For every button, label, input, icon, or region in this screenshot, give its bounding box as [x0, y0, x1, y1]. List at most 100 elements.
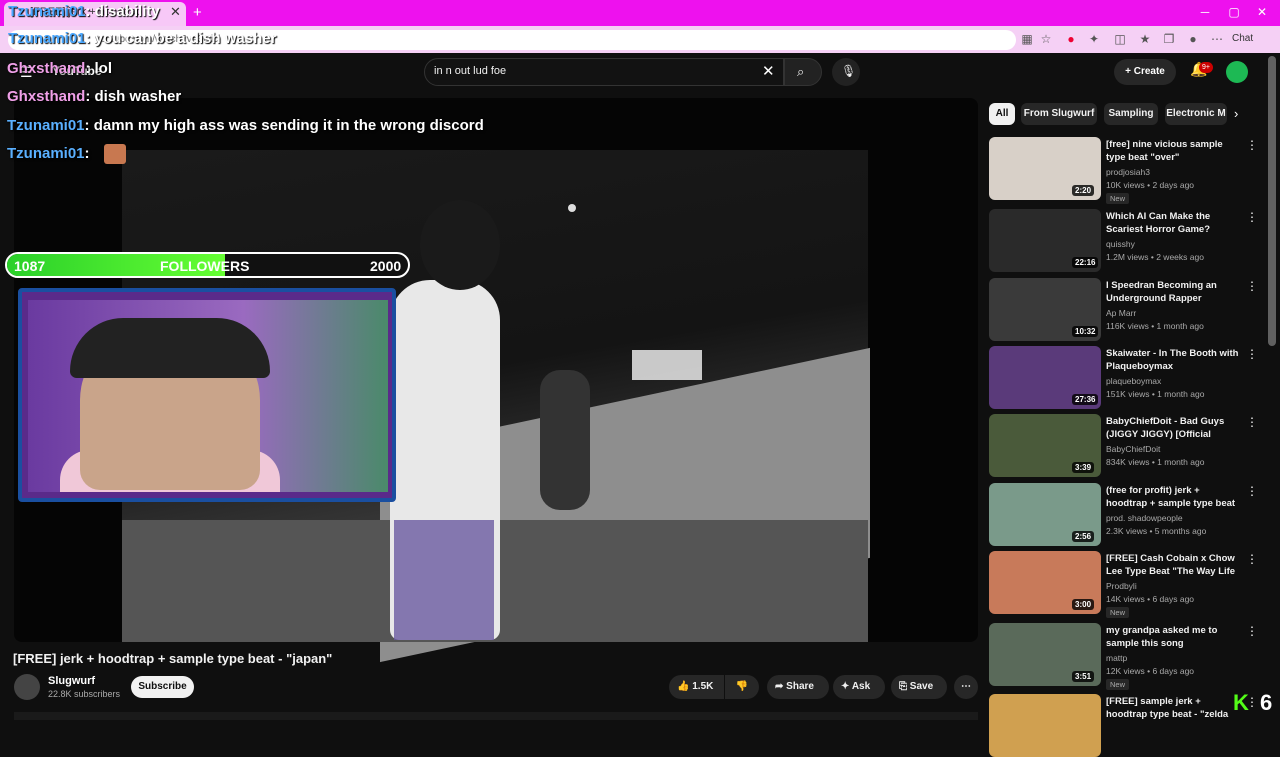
search-button[interactable]: ⌕: [784, 58, 822, 86]
share-label: Share: [786, 681, 814, 692]
sparkle-icon: ✦: [841, 681, 850, 692]
close-tab-icon[interactable]: ✕: [170, 4, 181, 20]
recommendation-channel[interactable]: mattp: [1106, 653, 1127, 663]
app-icon[interactable]: ▦: [1018, 32, 1036, 46]
recommendation-channel[interactable]: prod. shadowpeople: [1106, 513, 1183, 523]
overlay-alert-1-user: Tzunami01: [8, 3, 86, 20]
more-actions-button[interactable]: ⋯: [954, 675, 978, 699]
voice-search-button[interactable]: 🎙: [832, 58, 860, 86]
recommendation-title[interactable]: Skaiwater - In The Booth with Plaqueboym…: [1106, 347, 1240, 373]
chat-username: Ghxsthand: [7, 88, 86, 105]
more-options-icon[interactable]: ⋮: [1246, 552, 1258, 566]
more-options-icon[interactable]: ⋮: [1246, 624, 1258, 638]
close-window-icon[interactable]: ✕: [1252, 5, 1272, 19]
more-options-icon[interactable]: ⋮: [1246, 138, 1258, 152]
extension-icon[interactable]: ✦: [1085, 32, 1103, 46]
recommendation-meta: 116K views • 1 month ago: [1106, 321, 1204, 331]
create-button[interactable]: + Create: [1114, 59, 1176, 85]
clear-search-icon[interactable]: ✕: [762, 62, 775, 80]
chat-message: : dish washer: [85, 88, 182, 105]
chat-message: :: [84, 145, 90, 162]
channel-avatar[interactable]: [14, 674, 40, 700]
more-options-icon[interactable]: ⋮: [1246, 279, 1258, 293]
horizontal-scrollbar[interactable]: [14, 712, 978, 720]
chat-line: Tzunami01: damn my high ass was sending …: [7, 117, 484, 134]
profile-icon[interactable]: ●: [1184, 32, 1202, 46]
video-moon: [568, 204, 576, 212]
share-icon: ➦: [775, 681, 784, 692]
recommendation-duration: 3:00: [1072, 599, 1095, 610]
recommendation-title[interactable]: BabyChiefDoit - Bad Guys (JIGGY JIGGY) […: [1106, 415, 1240, 441]
thumbs-up-icon: 👍: [677, 681, 690, 692]
copilot-chat-button[interactable]: Chat: [1232, 33, 1253, 44]
more-options-icon[interactable]: ⋮: [1246, 347, 1258, 361]
search-query: in n out lud foe: [434, 65, 507, 77]
recommendation-title[interactable]: (free for profit) jerk + hoodtrap + samp…: [1106, 484, 1240, 510]
recommendation-title[interactable]: I Speedran Becoming an Underground Rappe…: [1106, 279, 1240, 305]
subscribe-button[interactable]: Subscribe: [131, 676, 194, 698]
channel-name[interactable]: Slugwurf: [48, 675, 95, 687]
kick-logo: K: [1233, 690, 1249, 715]
minimize-icon[interactable]: ─: [1195, 5, 1215, 19]
recommendation-duration: 22:16: [1072, 257, 1099, 268]
recommendation-thumbnail[interactable]: [989, 694, 1101, 757]
account-avatar[interactable]: [1226, 61, 1248, 83]
recommendation-channel[interactable]: prodjosiah3: [1106, 167, 1150, 177]
like-button[interactable]: 👍 1.5K: [669, 675, 724, 699]
recommendation-title[interactable]: [FREE] Cash Cobain x Chow Lee Type Beat …: [1106, 552, 1240, 578]
chat-line: Ghxsthand: dish washer: [7, 88, 181, 105]
like-count: 1.5K: [692, 681, 714, 692]
adblock-icon[interactable]: ●: [1062, 32, 1080, 46]
recommendation-meta: 10K views • 2 days ago: [1106, 180, 1195, 190]
favorite-icon[interactable]: ☆: [1037, 32, 1055, 46]
overlay-alert-2-user: Tzunami01: [8, 30, 86, 47]
more-options-icon[interactable]: ⋮: [1246, 484, 1258, 498]
ask-label: Ask: [851, 681, 871, 692]
recommendation-channel[interactable]: quisshy: [1106, 239, 1135, 249]
recommendation-channel[interactable]: BabyChiefDoit: [1106, 444, 1160, 454]
more-icon[interactable]: ⋯: [1208, 32, 1226, 46]
collections-icon[interactable]: ❐: [1160, 32, 1178, 46]
overlay-alert-2: Tzunami01: you can be a dish washer: [8, 30, 276, 47]
recommendation-meta: 2.3K views • 5 months ago: [1106, 526, 1207, 536]
browser-tab-bar: [0, 0, 1280, 26]
overlay-alert-2-message: : you can be a dish washer: [85, 30, 277, 47]
recommendation-meta: 151K views • 1 month ago: [1106, 389, 1205, 399]
video-background-person: [540, 370, 590, 510]
chip-sampling[interactable]: Sampling: [1104, 103, 1158, 125]
dislike-button[interactable]: 👎: [725, 675, 759, 699]
chip-electronic[interactable]: Electronic M: [1165, 103, 1227, 125]
recommendation-duration: 2:56: [1072, 531, 1095, 542]
video-light: [632, 350, 702, 380]
recommendation-duration: 27:36: [1072, 394, 1099, 405]
new-badge: New: [1106, 607, 1130, 618]
chat-username: Tzunami01: [7, 117, 85, 134]
video-title: [FREE] jerk + hoodtrap + sample type bea…: [13, 651, 333, 666]
chat-message: : lol: [85, 60, 113, 77]
recommendation-meta: 12K views • 6 days ago: [1106, 666, 1195, 676]
chip-all[interactable]: All: [989, 103, 1015, 125]
more-options-icon[interactable]: ⋮: [1246, 415, 1258, 429]
recommendation-channel[interactable]: Prodbyli: [1106, 581, 1137, 591]
recommendation-channel[interactable]: plaqueboymax: [1106, 376, 1161, 386]
overlay-alert-1-message: : disability: [85, 3, 160, 20]
new-tab-icon[interactable]: +: [193, 4, 202, 21]
save-button[interactable]: ⎘ Save: [891, 675, 947, 699]
chat-line: Tzunami01:: [7, 145, 90, 162]
recommendation-channel[interactable]: Ap Marr: [1106, 308, 1136, 318]
recommendation-title[interactable]: [FREE] sample jerk + hoodtrap type beat …: [1106, 695, 1240, 721]
page-scrollbar[interactable]: [1268, 56, 1276, 346]
chip-from-channel[interactable]: From Slugwurf: [1021, 103, 1097, 125]
share-button[interactable]: ➦ Share: [767, 675, 829, 699]
recommendation-duration: 2:20: [1072, 185, 1095, 196]
recommendation-title[interactable]: my grandpa asked me to sample this song: [1106, 624, 1240, 650]
recommendation-title[interactable]: [free] nine vicious sample type beat "ov…: [1106, 138, 1240, 164]
ask-button[interactable]: ✦ Ask: [833, 675, 885, 699]
maximize-icon[interactable]: ▢: [1224, 5, 1244, 19]
recommendation-title[interactable]: Which AI Can Make the Scariest Horror Ga…: [1106, 210, 1240, 236]
favorites-icon[interactable]: ★: [1136, 32, 1154, 46]
chevron-right-icon[interactable]: ›: [1234, 106, 1238, 121]
more-options-icon[interactable]: ⋮: [1246, 210, 1258, 224]
split-screen-icon[interactable]: ◫: [1111, 32, 1129, 46]
chat-emote-icon: [104, 144, 126, 164]
